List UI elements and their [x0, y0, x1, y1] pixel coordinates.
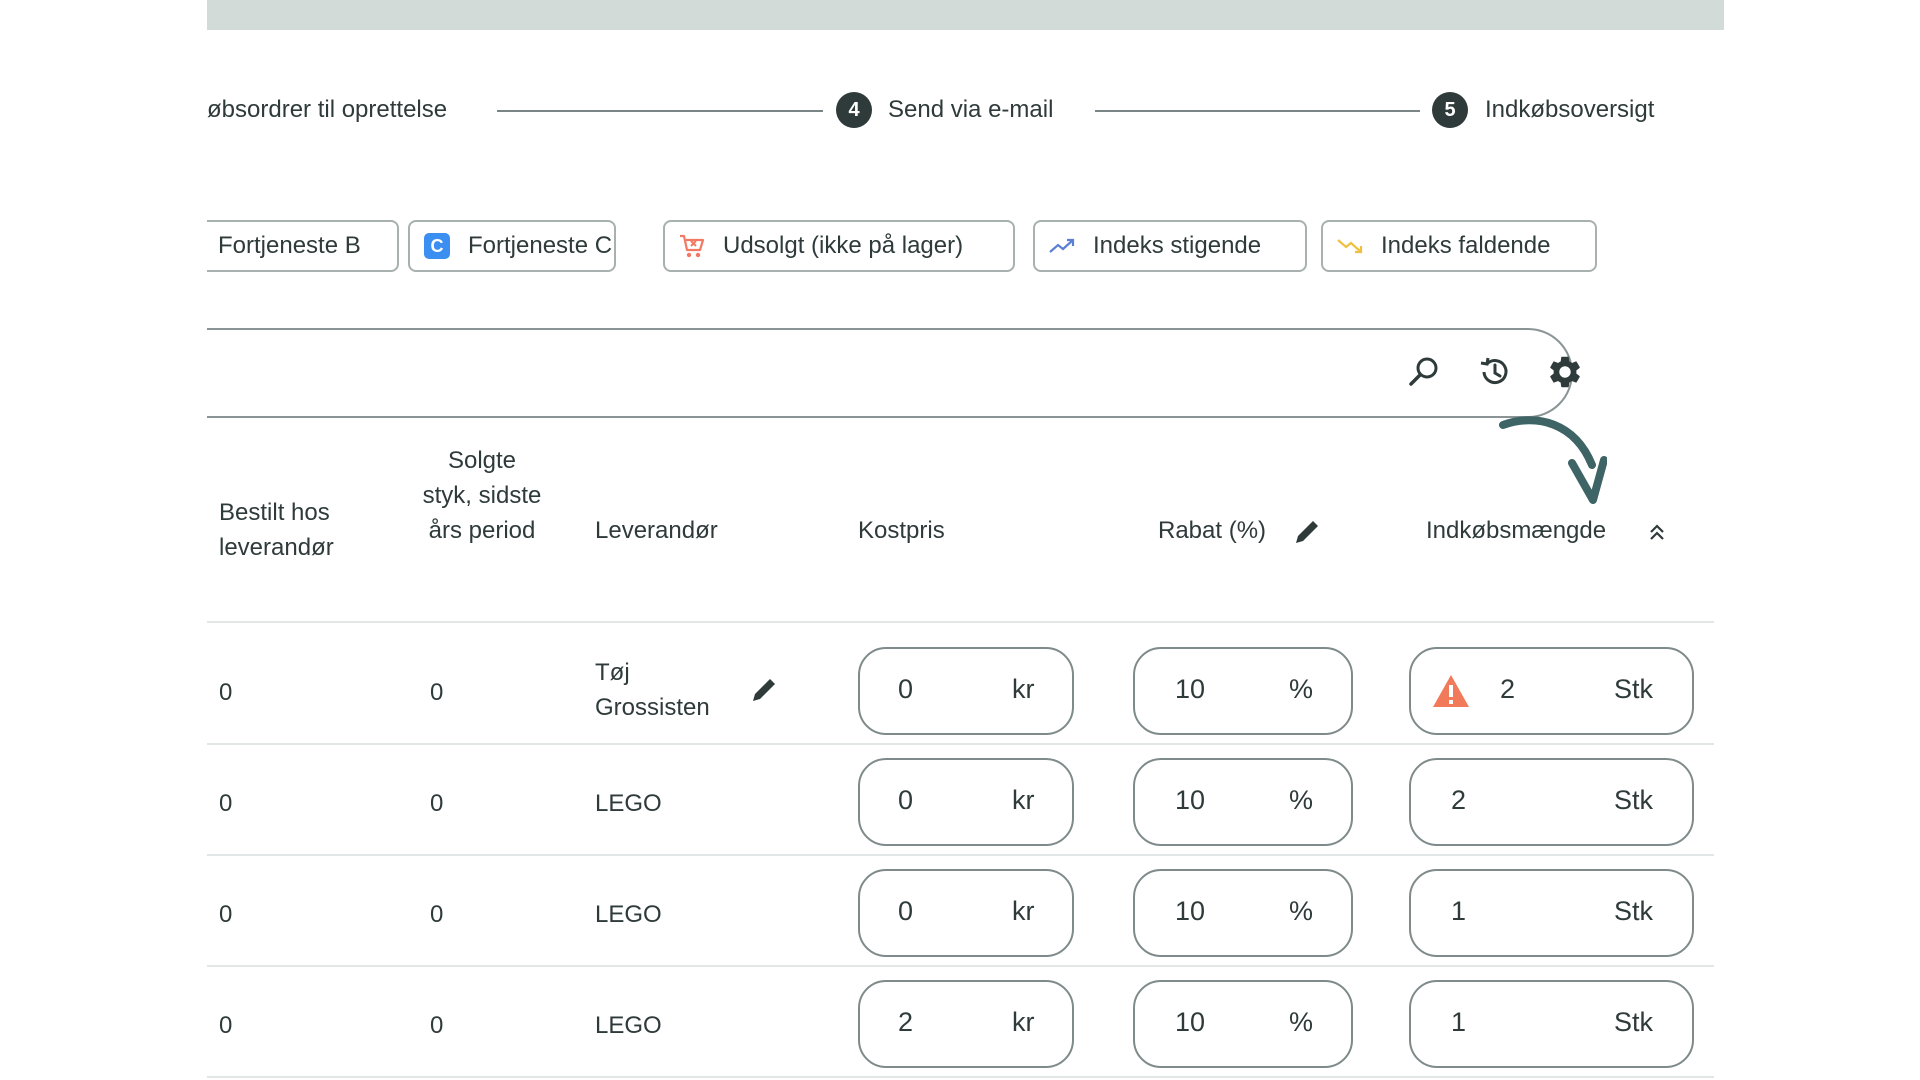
- cost-unit: kr: [1012, 1007, 1035, 1037]
- cost-price-input[interactable]: 0 kr: [858, 869, 1074, 957]
- step-connector: [497, 110, 823, 112]
- quantity-input[interactable]: 1 Stk: [1409, 980, 1694, 1068]
- row-divider: [207, 743, 1714, 745]
- main-content: øbsordrer til oprettelse 4 Send via e-ma…: [207, 0, 1724, 1080]
- gear-icon[interactable]: [1545, 352, 1585, 392]
- step-connector: [1095, 110, 1420, 112]
- cost-value: 0: [898, 896, 914, 926]
- quantity-unit: Stk: [1614, 674, 1654, 704]
- quantity-input[interactable]: 2 Stk: [1409, 647, 1694, 735]
- discount-unit: %: [1289, 785, 1314, 815]
- cost-unit: kr: [1012, 785, 1035, 815]
- quantity-unit: Stk: [1614, 896, 1654, 926]
- discount-unit: %: [1289, 1007, 1314, 1037]
- header-purchase-quantity[interactable]: Indkøbsmængde: [1426, 513, 1606, 548]
- cost-price-input[interactable]: 0 kr: [858, 647, 1074, 735]
- quantity-unit: Stk: [1614, 785, 1654, 815]
- discount-value: 10: [1175, 674, 1206, 704]
- filter-chip-profit-c[interactable]: C Fortjeneste C: [408, 220, 616, 272]
- header-sold-last-year: Solgte styk, sidste års period: [422, 447, 542, 544]
- header-ordered-from-supplier: Bestilt hos leverandør: [219, 499, 334, 561]
- step-label-purchase-overview[interactable]: Indkøbsoversigt: [1485, 95, 1654, 125]
- trending-down-icon: [1335, 231, 1365, 261]
- cell-supplier: LEGO: [595, 790, 662, 817]
- discount-input[interactable]: 10%: [1133, 980, 1353, 1068]
- discount-value: 10: [1175, 785, 1206, 815]
- discount-input[interactable]: 10%: [1133, 869, 1353, 957]
- row-divider: [207, 621, 1714, 623]
- warning-icon: [1433, 675, 1469, 707]
- cell-ordered: 0: [219, 790, 233, 817]
- discount-input[interactable]: 10%: [1133, 647, 1353, 735]
- quantity-input[interactable]: 1 Stk: [1409, 869, 1694, 957]
- filter-label: Udsolgt (ikke på lager): [723, 232, 964, 259]
- cell-sold: 0: [430, 790, 444, 817]
- trending-up-icon: [1047, 231, 1077, 261]
- cell-supplier: LEGO: [595, 901, 662, 928]
- filter-chip-index-rising[interactable]: Indeks stigende: [1033, 220, 1307, 272]
- edit-icon[interactable]: [1290, 515, 1324, 549]
- cell-ordered: 0: [219, 901, 233, 928]
- letter-c-badge-icon: C: [422, 231, 452, 261]
- cost-price-input[interactable]: 2 kr: [858, 980, 1074, 1068]
- cost-unit: kr: [1012, 896, 1035, 926]
- filter-chip-sold-out[interactable]: Udsolgt (ikke på lager): [663, 220, 1015, 272]
- filter-label: Fortjeneste C: [468, 232, 613, 259]
- header-supplier[interactable]: Leverandør: [595, 513, 718, 548]
- discount-value: 10: [1175, 1007, 1206, 1037]
- cell-sold: 0: [430, 901, 444, 928]
- filter-chip-profit-b[interactable]: Fortjeneste B: [207, 220, 399, 272]
- search-input[interactable]: [207, 328, 1573, 418]
- row-divider: [207, 965, 1714, 967]
- discount-input[interactable]: 10%: [1133, 758, 1353, 846]
- quantity-value: 2: [1500, 674, 1516, 704]
- discount-unit: %: [1289, 674, 1314, 704]
- filter-label: Indeks faldende: [1381, 232, 1551, 259]
- step-label-send-email[interactable]: Send via e-mail: [888, 95, 1053, 125]
- edit-supplier-icon[interactable]: [747, 673, 781, 707]
- cell-sold: 0: [430, 1012, 444, 1039]
- cost-unit: kr: [1012, 674, 1035, 704]
- filter-label: Fortjeneste B: [218, 232, 361, 259]
- cost-value: 2: [898, 1007, 914, 1037]
- row-divider: [207, 1076, 1714, 1078]
- quantity-unit: Stk: [1614, 1007, 1654, 1037]
- discount-value: 10: [1175, 896, 1206, 926]
- header-discount[interactable]: Rabat (%): [1158, 513, 1266, 548]
- step-number-4[interactable]: 4: [836, 92, 872, 128]
- search-icon[interactable]: [1405, 352, 1445, 392]
- quantity-value: 1: [1451, 896, 1467, 926]
- cost-price-input[interactable]: 0 kr: [858, 758, 1074, 846]
- row-divider: [207, 854, 1714, 856]
- cell-supplier: Tøj Grossisten: [595, 659, 710, 721]
- sort-ascending-icon[interactable]: [1646, 521, 1668, 543]
- header-cost-price[interactable]: Kostpris: [858, 513, 945, 548]
- quantity-value: 2: [1451, 785, 1467, 815]
- cell-ordered: 0: [219, 679, 233, 706]
- filter-label: Indeks stigende: [1093, 232, 1262, 259]
- cell-supplier: LEGO: [595, 1012, 662, 1039]
- cost-value: 0: [898, 785, 914, 815]
- filter-chip-index-falling[interactable]: Indeks faldende: [1321, 220, 1597, 272]
- quantity-value: 1: [1451, 1007, 1467, 1037]
- step-number-5[interactable]: 5: [1432, 92, 1468, 128]
- quantity-input[interactable]: 2 Stk: [1409, 758, 1694, 846]
- cost-value: 0: [898, 674, 914, 704]
- history-icon[interactable]: [1475, 352, 1515, 392]
- discount-unit: %: [1289, 896, 1314, 926]
- step-partial-label[interactable]: øbsordrer til oprettelse: [207, 95, 447, 125]
- cell-ordered: 0: [219, 1012, 233, 1039]
- annotation-arrow-icon: [1499, 416, 1607, 504]
- cart-icon: [677, 231, 707, 261]
- cell-sold: 0: [430, 679, 444, 706]
